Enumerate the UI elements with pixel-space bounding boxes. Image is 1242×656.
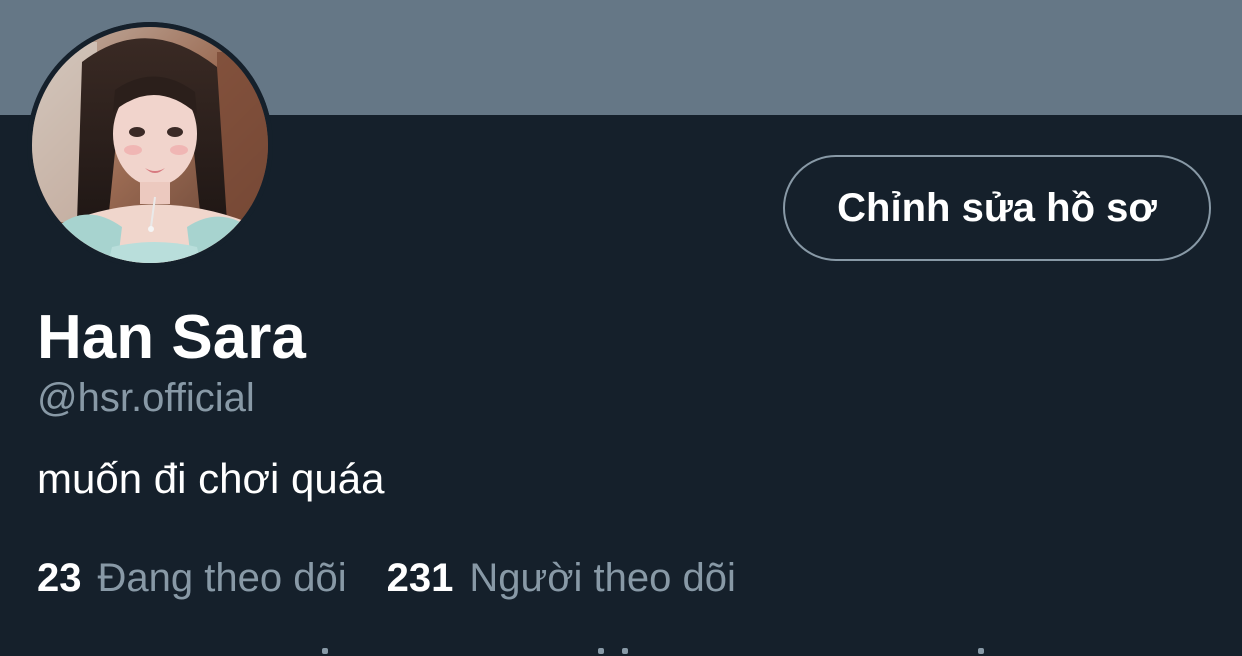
user-handle: @hsr.official (37, 376, 255, 420)
profile-bio: muốn đi chơi quáa (37, 455, 385, 502)
truncated-content-row (0, 646, 1242, 656)
following-count: 23 (37, 556, 82, 600)
followers-count: 231 (386, 556, 454, 600)
followers-label: Người theo dõi (469, 556, 736, 600)
following-label: Đang theo dõi (97, 556, 347, 600)
profile-avatar[interactable] (27, 22, 273, 268)
following-link[interactable]: 23 Đang theo dõi (37, 554, 347, 602)
profile-stats: 23 Đang theo dõi 231 Người theo dõi (37, 554, 736, 602)
edit-profile-button[interactable]: Chỉnh sửa hồ sơ (783, 155, 1211, 261)
avatar-photo (27, 22, 273, 268)
display-name: Han Sara (37, 303, 306, 372)
followers-link[interactable]: 231 Người theo dõi (387, 554, 736, 602)
